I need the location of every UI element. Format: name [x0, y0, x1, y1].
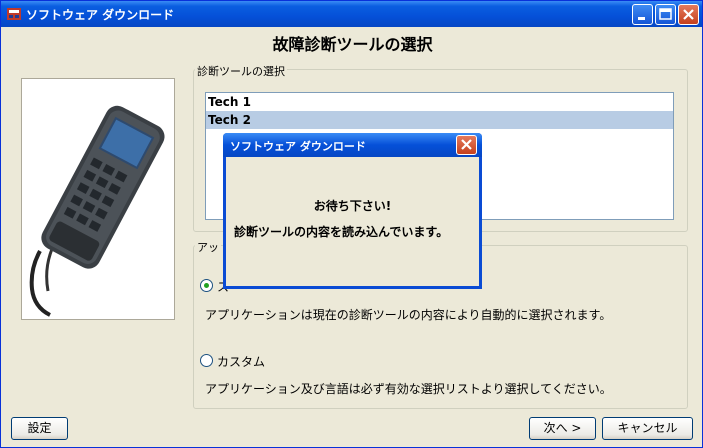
scan-tool-image [29, 105, 165, 317]
dialog-title-bar[interactable]: ソフトウェア ダウンロード [223, 133, 482, 157]
radio-custom-label[interactable]: カスタム [217, 353, 265, 370]
tool-select-group-label: 診断ツールの選択 [195, 63, 287, 79]
device-image-panel [21, 78, 175, 320]
page-title: 故障診断ツールの選択 [272, 35, 433, 54]
next-button[interactable]: 次へ > [529, 417, 596, 440]
radio-custom[interactable] [200, 354, 213, 367]
app-icon [6, 6, 22, 22]
cancel-button[interactable]: キャンセル [602, 417, 693, 440]
main-window: ソフトウェア ダウンロード 故障診断ツールの選択 診断ツールの選択 Tech 1… [0, 0, 703, 448]
standard-description: アプリケーションは現在の診断ツールの内容により自動的に選択されます。 [205, 308, 612, 322]
close-icon [461, 139, 472, 150]
minimize-icon [638, 17, 645, 20]
progress-dialog: ソフトウェア ダウンロード お待ち下さい! 診断ツールの内容を読み込んでいます。 [223, 133, 482, 289]
title-bar[interactable]: ソフトウェア ダウンロード [1, 1, 702, 27]
maximize-button[interactable] [655, 4, 676, 25]
minimize-button[interactable] [632, 4, 653, 25]
close-button[interactable] [678, 4, 699, 25]
settings-button[interactable]: 設定 [11, 417, 68, 440]
close-icon [683, 9, 694, 20]
dialog-wait-message: お待ち下さい! [313, 199, 392, 213]
custom-description: アプリケーション及び言語は必ず有効な選択リストより選択してください。 [205, 382, 612, 396]
app-select-group-label: アッ [195, 239, 221, 255]
dialog-close-button[interactable] [456, 135, 477, 155]
list-item-tech2[interactable]: Tech 2 [206, 111, 673, 129]
dialog-loading-message: 診断ツールの内容を読み込んでいます。 [234, 225, 449, 239]
window-title: ソフトウェア ダウンロード [26, 8, 175, 22]
maximize-icon [659, 8, 672, 20]
dialog-body: お待ち下さい! 診断ツールの内容を読み込んでいます。 [226, 157, 479, 286]
radio-standard[interactable] [200, 279, 213, 292]
dialog-title: ソフトウェア ダウンロード [230, 140, 366, 153]
radio-selected-dot [204, 283, 209, 288]
list-item-tech1[interactable]: Tech 1 [206, 93, 673, 111]
